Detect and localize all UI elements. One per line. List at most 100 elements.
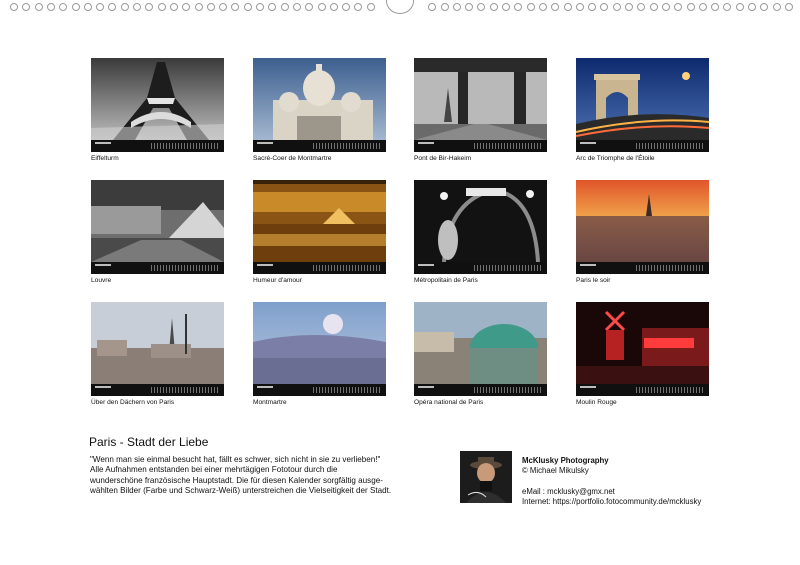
binding-ring (10, 3, 18, 11)
calendar-strip (576, 384, 709, 396)
binding-ring (649, 3, 658, 11)
binding-ring (231, 3, 240, 11)
calendar-strip (576, 140, 709, 152)
binding-ring (59, 3, 68, 11)
photo-eiffel-tower (91, 58, 224, 140)
author-name: McKlusky Photography (522, 456, 609, 465)
month-thumbnail-05: Louvre (91, 180, 224, 284)
binding-ring (563, 3, 572, 11)
binding-ring (256, 3, 264, 11)
binding-ring (551, 3, 560, 11)
calendar-strip (91, 140, 224, 152)
binding-ring (280, 3, 289, 11)
binding-ring (637, 3, 646, 11)
photo-caption: Montmartre (253, 399, 287, 406)
description-line: "Wenn man sie einmal besucht hat, fällt … (90, 455, 381, 464)
month-thumbnail-04: Arc de Triomphe de l'Étoile (576, 58, 709, 162)
photo-caption: Opéra national de Paris (414, 399, 484, 406)
binding-ring (723, 3, 732, 11)
photo-caption: Pont de Bir-Hakeim (414, 155, 472, 162)
photo-moulin-rouge (576, 302, 709, 384)
month-thumbnail-07: Métropolitain de Paris (414, 180, 547, 284)
calendar-strip (91, 262, 224, 274)
author-credits: McKlusky Photography © Michael Mikulsky … (522, 456, 701, 508)
binding-ring (477, 3, 486, 11)
binding-ring (784, 3, 793, 11)
binding-ring (354, 3, 363, 11)
calendar-description: "Wenn man sie einmal besucht hat, fällt … (90, 455, 450, 497)
calendar-strip (253, 384, 386, 396)
month-thumbnail-08: Paris le soir (576, 180, 709, 284)
calendar-strip (414, 140, 547, 152)
photo-caption: Moulin Rouge (576, 399, 617, 406)
photo-metropolitain (414, 180, 547, 262)
binding-ring (588, 3, 597, 11)
binding-ring (34, 3, 43, 11)
binding-ring (674, 3, 683, 11)
binding-ring (428, 3, 437, 11)
binding-ring (292, 3, 301, 11)
month-thumbnail-09: Über den Dächern von Paris (91, 302, 224, 406)
photo-caption: Louvre (91, 277, 112, 284)
author-copyright: © Michael Mikulsky (522, 466, 589, 476)
binding-ring (83, 3, 92, 11)
photo-caption: Humeur d'amour (253, 277, 302, 284)
calendar-strip (414, 384, 547, 396)
binding-ring (772, 3, 781, 11)
binding-ring (194, 3, 203, 11)
calendar-title: Paris - Stadt der Liebe (89, 435, 209, 449)
photo-caption: Über den Dächern von Paris (91, 399, 175, 406)
photo-louvre (91, 180, 224, 262)
binding-ring (133, 3, 141, 11)
month-thumbnail-11: Opéra national de Paris (414, 302, 547, 406)
binding-ring (538, 3, 547, 11)
binding-ring (760, 3, 769, 11)
author-website: Internet: https://portfolio.fotocommunit… (522, 497, 702, 507)
binding-ring (169, 3, 178, 11)
binding-ring (157, 3, 166, 11)
binding-ring (452, 3, 461, 11)
photo-arc-de-triomphe (576, 58, 709, 140)
month-thumbnail-06: Humeur d'amour (253, 180, 386, 284)
photo-sacre-coeur (253, 58, 386, 140)
binding-ring (465, 3, 474, 11)
photo-caption: Arc de Triomphe de l'Étoile (576, 155, 655, 162)
binding-ring (120, 3, 129, 11)
calendar-strip (91, 384, 224, 396)
photo-caption: Eiffelturm (91, 155, 119, 162)
binding-ring (329, 3, 338, 11)
binding-ring (342, 3, 351, 11)
binding-ring (748, 3, 756, 11)
binding-ring (735, 3, 744, 11)
binding-ring (686, 3, 695, 11)
hanger-hole (386, 0, 414, 14)
calendar-strip (253, 140, 386, 152)
photo-pont-bir-hakeim (414, 58, 547, 140)
binding-ring (96, 3, 105, 11)
binding-ring (526, 3, 535, 11)
photo-opera (414, 302, 547, 384)
binding-ring (711, 3, 720, 11)
photo-humeur-damour (253, 180, 386, 262)
photo-caption: Métropolitain de Paris (414, 277, 478, 284)
calendar-strip (414, 262, 547, 274)
binding-ring (305, 3, 314, 11)
binding-ring (317, 3, 326, 11)
description-line: Alle Aufnahmen entstanden bei einer mehr… (90, 465, 338, 475)
photo-paris-le-soir (576, 180, 709, 262)
binding-ring (440, 3, 449, 11)
binding-ring (268, 3, 277, 11)
month-thumbnail-02: Sacré-Coer de Montmartre (253, 58, 386, 162)
month-thumbnail-10: Montmartre (253, 302, 386, 406)
calendar-strip (253, 262, 386, 274)
binding-ring (600, 3, 609, 11)
binding-ring (625, 3, 633, 11)
binding-ring (612, 3, 621, 11)
binding-ring (366, 3, 375, 11)
month-thumbnail-03: Pont de Bir-Hakeim (414, 58, 547, 162)
spiral-binding (0, 0, 800, 14)
calendar-strip (576, 262, 709, 274)
binding-ring (243, 3, 252, 11)
binding-ring (575, 3, 584, 11)
binding-ring (219, 3, 228, 11)
